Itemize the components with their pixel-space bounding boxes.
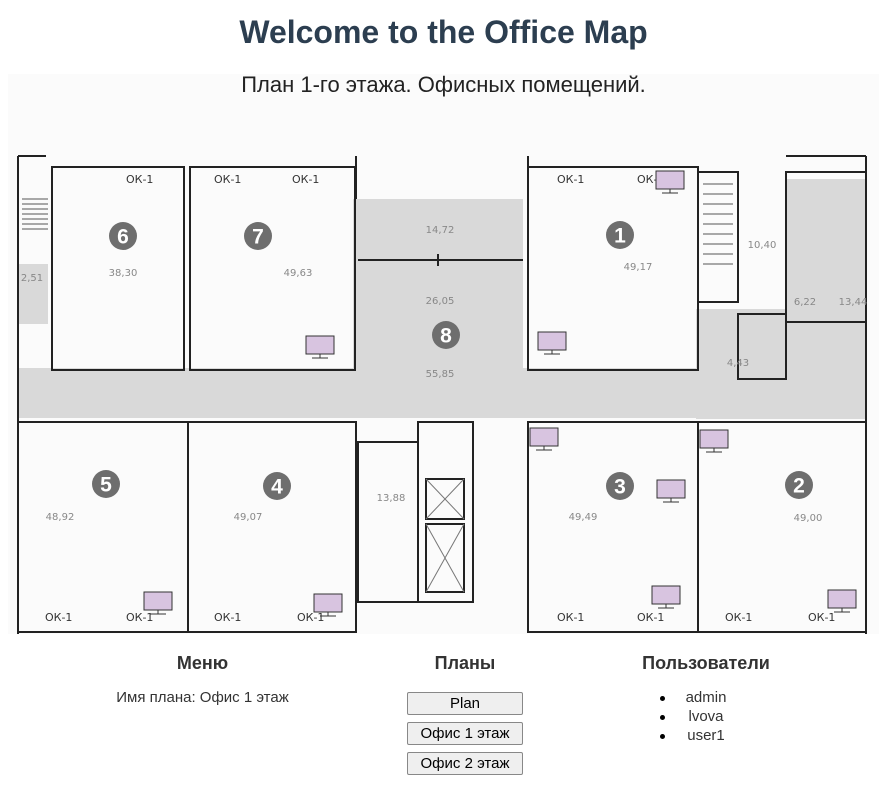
user-list-item: lvova xyxy=(640,707,772,726)
svg-text:ОК-1: ОК-1 xyxy=(126,611,153,624)
floor-plan-map[interactable]: 1 2 3 4 5 6 7 8 49,17 49,00 49,49 49,07 … xyxy=(8,74,879,634)
svg-text:ОК-1: ОК-1 xyxy=(725,611,752,624)
area-label-service: 13,88 xyxy=(377,493,406,504)
svg-text:5: 5 xyxy=(100,474,112,497)
room-marker-4[interactable]: 4 xyxy=(263,472,291,500)
area-label-room-5: 48,92 xyxy=(46,512,75,523)
svg-text:8: 8 xyxy=(440,325,452,348)
user-list-item: user1 xyxy=(640,726,772,745)
plan-name-text: Имя плана: Офис 1 этаж xyxy=(116,689,289,706)
office-floor-2-button[interactable]: Офис 2 этаж xyxy=(407,752,523,775)
svg-text:7: 7 xyxy=(252,226,264,249)
area-label-room-2: 49,00 xyxy=(794,513,823,524)
room-marker-1[interactable]: 1 xyxy=(606,221,634,249)
monitor-icon xyxy=(655,170,685,194)
svg-text:3: 3 xyxy=(614,476,626,499)
staircase-right xyxy=(703,183,733,265)
room-marker-5[interactable]: 5 xyxy=(92,470,120,498)
svg-text:ОК-1: ОК-1 xyxy=(292,173,319,186)
office-floor-1-button[interactable]: Офис 1 этаж xyxy=(407,722,523,745)
svg-text:ОК-1: ОК-1 xyxy=(214,173,241,186)
room-marker-7[interactable]: 7 xyxy=(244,222,272,250)
plan-caption: План 1-го этажа. Офисных помещений. xyxy=(241,72,646,97)
plans-heading: Планы xyxy=(434,653,496,673)
monitor-icon xyxy=(537,331,567,355)
staircase-left xyxy=(22,198,48,230)
user-list-item: admin xyxy=(640,688,772,707)
svg-text:ОК-1: ОК-1 xyxy=(808,611,835,624)
room-marker-2[interactable]: 2 xyxy=(785,471,813,499)
monitor-icon xyxy=(827,589,857,613)
monitor-icon xyxy=(529,427,559,451)
area-label-room-4: 49,07 xyxy=(234,512,263,523)
svg-text:ОК-1: ОК-1 xyxy=(126,173,153,186)
svg-text:ОК-1: ОК-1 xyxy=(297,611,324,624)
area-label-stair-landing: 2,51 xyxy=(21,273,43,284)
monitor-icon xyxy=(305,335,335,359)
monitor-icon xyxy=(651,585,681,609)
page-title: Welcome to the Office Map xyxy=(239,14,648,50)
svg-text:1: 1 xyxy=(614,225,626,248)
area-label-hall: 26,05 xyxy=(426,296,455,307)
users-heading: Пользователи xyxy=(642,653,770,673)
room-marker-3[interactable]: 3 xyxy=(606,472,634,500)
svg-text:ОК-1: ОК-1 xyxy=(45,611,72,624)
area-label-room-1: 49,17 xyxy=(624,262,653,273)
room-marker-8[interactable]: 8 xyxy=(432,321,460,349)
svg-text:2: 2 xyxy=(793,475,805,498)
area-label-room-6: 38,30 xyxy=(109,268,138,279)
svg-text:ОК-1: ОК-1 xyxy=(637,611,664,624)
area-label-wc-small: 6,22 xyxy=(794,297,816,308)
area-label-room-3: 49,49 xyxy=(569,512,598,523)
area-label-hall-upper: 14,72 xyxy=(426,225,455,236)
svg-text:ОК-1: ОК-1 xyxy=(214,611,241,624)
area-label-stairwell: 10,40 xyxy=(748,240,777,251)
svg-text:ОК-1: ОК-1 xyxy=(557,173,584,186)
room-marker-6[interactable]: 6 xyxy=(109,222,137,250)
plan-button[interactable]: Plan xyxy=(407,692,523,715)
svg-text:4: 4 xyxy=(271,476,283,499)
svg-text:ОК-1: ОК-1 xyxy=(557,611,584,624)
menu-heading: Меню xyxy=(176,653,229,673)
svg-text:6: 6 xyxy=(117,226,129,249)
elevator-cross xyxy=(425,478,465,593)
users-list: admin lvova user1 xyxy=(640,688,772,745)
area-label-wc-large: 13,44 xyxy=(839,297,868,308)
area-label-room-7: 49,63 xyxy=(284,268,313,279)
area-label-wc-room: 4,43 xyxy=(727,358,749,369)
monitor-icon xyxy=(699,429,729,453)
area-label-room-8: 55,85 xyxy=(426,369,455,380)
monitor-icon xyxy=(656,479,686,503)
